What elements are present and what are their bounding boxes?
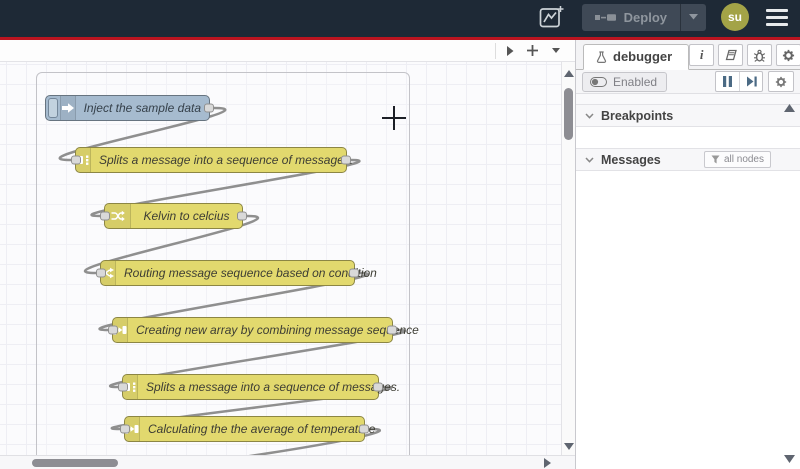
- node-inject[interactable]: Inject the sample data: [45, 95, 214, 121]
- filter-label: all nodes: [723, 154, 764, 165]
- node-label: Kelvin to celcius: [143, 209, 230, 223]
- flow-canvas[interactable]: Inject the sample data Splits a message i…: [0, 62, 561, 455]
- node-output-port[interactable]: [237, 211, 247, 221]
- scroll-right-icon[interactable]: [544, 458, 552, 468]
- user-avatar[interactable]: su: [721, 3, 749, 31]
- node-input-port[interactable]: [118, 382, 128, 392]
- settings-button[interactable]: [776, 44, 800, 66]
- node-output-port[interactable]: [204, 103, 214, 113]
- node-switch[interactable]: Routing message sequence based on condit…: [96, 260, 377, 286]
- canvas-vertical-scrollbar[interactable]: [561, 62, 575, 455]
- workspace-tab-bar: [0, 40, 575, 62]
- node-input-port[interactable]: [108, 325, 118, 335]
- flow-export-icon: [538, 4, 565, 31]
- deploy-options-button[interactable]: [680, 3, 706, 31]
- node-split[interactable]: Splits a message into a sequence of mess…: [118, 374, 400, 400]
- deploy-icon: [594, 11, 616, 24]
- node-label: Splits a message into a sequence of mess…: [146, 380, 401, 394]
- debugger-toolbar: Enabled: [576, 70, 800, 94]
- sidebar-scroll-up-icon[interactable]: [784, 104, 795, 113]
- step-icon: [746, 76, 757, 87]
- gear-icon: [782, 49, 795, 62]
- node-output-port[interactable]: [373, 382, 383, 392]
- pause-icon: [723, 76, 732, 87]
- section-messages[interactable]: Messages all nodes: [576, 148, 800, 171]
- flask-icon: [596, 50, 607, 63]
- node-join[interactable]: Creating new array by combining message …: [108, 317, 419, 343]
- tab-scroll-right-button[interactable]: [498, 41, 521, 61]
- tab-debugger[interactable]: debugger: [583, 44, 690, 70]
- node-join[interactable]: Calculating the the average of temperatu…: [120, 416, 375, 442]
- section-breakpoints[interactable]: Breakpoints: [576, 104, 800, 127]
- main-menu-button[interactable]: [764, 5, 790, 30]
- flow-list-button[interactable]: [544, 41, 567, 61]
- node-split[interactable]: Splits a message into a sequence of mess…: [71, 147, 353, 173]
- node-output-port[interactable]: [349, 268, 359, 278]
- debug-messages-button[interactable]: [747, 44, 773, 66]
- toggle-icon: [590, 76, 607, 87]
- add-flow-button[interactable]: [521, 41, 544, 61]
- node-input-port[interactable]: [120, 424, 130, 434]
- avatar-initials: su: [727, 10, 742, 24]
- deploy-label: Deploy: [623, 9, 667, 25]
- gear-icon: [775, 76, 787, 88]
- node-output-port[interactable]: [359, 424, 369, 434]
- inject-trigger-button[interactable]: [48, 98, 58, 118]
- messages-filter-button[interactable]: all nodes: [703, 151, 771, 168]
- info-button[interactable]: i: [689, 44, 715, 66]
- node-change[interactable]: Kelvin to celcius: [100, 203, 247, 229]
- sidebar-tab-label: debugger: [613, 49, 673, 64]
- node-label: Splits a message into a sequence of mess…: [99, 153, 354, 167]
- node-input-port[interactable]: [100, 211, 110, 221]
- help-book-button[interactable]: [718, 44, 744, 66]
- scroll-up-icon[interactable]: [564, 70, 574, 78]
- top-navbar: Deploy su: [0, 0, 800, 40]
- enabled-label: Enabled: [613, 74, 658, 89]
- node-input-port[interactable]: [71, 155, 81, 165]
- chevron-down-icon: [585, 156, 594, 163]
- messages-list-empty: [576, 171, 800, 469]
- chevron-down-icon: [689, 14, 698, 20]
- filter-icon: [711, 155, 720, 164]
- node-output-port[interactable]: [387, 325, 397, 335]
- play-icon: [506, 45, 514, 56]
- horizontal-scroll-thumb[interactable]: [32, 459, 118, 467]
- bug-icon: [753, 49, 766, 62]
- node-input-port[interactable]: [96, 268, 106, 278]
- deploy-split-button: Deploy: [581, 3, 706, 31]
- scroll-down-icon[interactable]: [564, 442, 574, 450]
- debugger-step-controls: [715, 71, 763, 92]
- step-button[interactable]: [739, 72, 762, 91]
- vertical-scroll-thumb[interactable]: [564, 88, 573, 140]
- node-output-port[interactable]: [341, 155, 351, 165]
- node-red-app: Deploy su Inject the sample data Splits …: [0, 0, 800, 469]
- debugger-panel: Breakpoints Messages all nodes: [576, 94, 800, 469]
- menu-icon: [766, 8, 788, 12]
- canvas-horizontal-scrollbar[interactable]: [0, 455, 575, 469]
- chevron-down-icon: [551, 48, 560, 53]
- messages-title: Messages: [601, 152, 661, 167]
- debugger-enabled-toggle[interactable]: Enabled: [582, 71, 668, 92]
- inject-arrow-icon: [59, 96, 76, 120]
- deploy-button[interactable]: Deploy: [582, 4, 680, 31]
- plus-icon: [527, 45, 538, 56]
- sidebar-tab-bar: debugger i: [576, 40, 800, 70]
- book-icon: [724, 49, 738, 61]
- right-sidebar: debugger i Enabled Breakpoints Messages …: [575, 40, 800, 469]
- chevron-down-icon: [585, 112, 594, 119]
- pause-button[interactable]: [716, 72, 739, 91]
- info-icon: i: [699, 47, 704, 62]
- node-label: Calculating the the average of temperatu…: [148, 422, 376, 436]
- sidebar-scroll-down-icon[interactable]: [784, 454, 795, 463]
- breakpoints-list-empty: [576, 127, 800, 148]
- flow-export-button[interactable]: [537, 3, 567, 31]
- workspace-region: Inject the sample data Splits a message i…: [0, 40, 575, 469]
- node-label: Creating new array by combining message …: [136, 323, 419, 337]
- debugger-settings-button[interactable]: [768, 71, 794, 92]
- node-label: Inject the sample data: [83, 101, 201, 115]
- tabbar-separator: [495, 42, 496, 59]
- breakpoints-title: Breakpoints: [601, 108, 674, 123]
- node-label: Routing message sequence based on condit…: [124, 266, 377, 280]
